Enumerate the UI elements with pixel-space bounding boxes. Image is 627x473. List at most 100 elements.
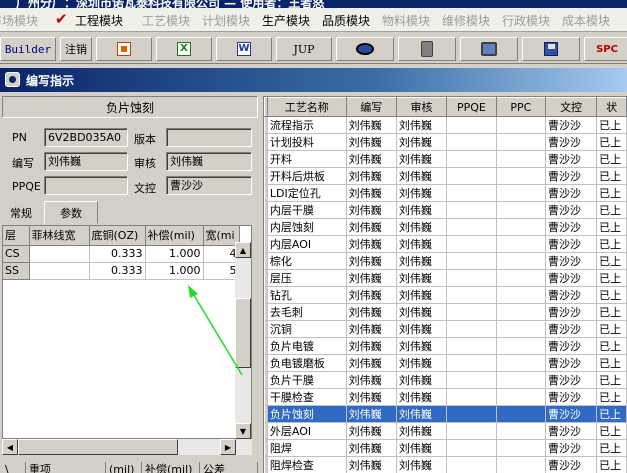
status-cell[interactable]: 已上	[596, 303, 627, 321]
process-name-cell[interactable]: 阻焊检查	[267, 456, 347, 473]
doc-control-field[interactable]: 曹沙沙	[166, 176, 252, 195]
doc-control-cell[interactable]: 曹沙沙	[545, 252, 598, 270]
ppc-cell[interactable]	[496, 218, 547, 236]
ppc-cell[interactable]	[496, 303, 547, 321]
reviewer-cell[interactable]: 刘伟巍	[396, 388, 448, 406]
status-cell[interactable]: 已上	[596, 422, 627, 440]
base-copper-cell[interactable]: 0.333	[89, 245, 146, 263]
ppc-cell[interactable]	[496, 286, 547, 304]
process-name-cell[interactable]: 开料后烘板	[267, 167, 347, 185]
column-header-process-name[interactable]: 工艺名称	[266, 97, 347, 117]
doc-control-cell[interactable]: 曹沙沙	[545, 167, 598, 185]
status-cell[interactable]: 已上	[596, 286, 627, 304]
process-name-cell[interactable]: 沉铜	[267, 320, 347, 338]
ppqe-cell[interactable]	[446, 303, 497, 321]
menu-planning-module[interactable]: 计划模块	[202, 12, 250, 29]
lower-column-header[interactable]: \	[2, 462, 26, 473]
column-header-status[interactable]: 状	[596, 97, 627, 117]
table-row[interactable]: 开料 刘伟巍 刘伟巍 曹沙沙 已上	[264, 150, 627, 168]
status-cell[interactable]: 已上	[596, 252, 627, 270]
tab-parameters[interactable]: 参数	[44, 201, 98, 224]
scroll-thumb-horizontal[interactable]	[18, 439, 178, 455]
ppqe-cell[interactable]	[446, 422, 497, 440]
process-name-cell[interactable]: 棕化	[267, 252, 347, 270]
table-row[interactable]: 开料后烘板 刘伟巍 刘伟巍 曹沙沙 已上	[264, 167, 627, 185]
status-cell[interactable]: 已上	[596, 218, 627, 236]
process-name-cell[interactable]: LDI定位孔	[267, 184, 347, 202]
table-row[interactable]: 计划投料 刘伟巍 刘伟巍 曹沙沙 已上	[264, 133, 627, 151]
ppc-cell[interactable]	[496, 252, 547, 270]
doc-control-cell[interactable]: 曹沙沙	[545, 337, 598, 355]
reviewer-cell[interactable]: 刘伟巍	[396, 184, 448, 202]
reviewer-cell[interactable]: 刘伟巍	[396, 354, 448, 372]
writer-cell[interactable]: 刘伟巍	[346, 337, 397, 355]
table-row[interactable]: 棕化 刘伟巍 刘伟巍 曹沙沙 已上	[264, 252, 627, 270]
doc-control-cell[interactable]: 曹沙沙	[545, 218, 598, 236]
menu-cost-module[interactable]: 成本模块	[562, 12, 610, 29]
writer-cell[interactable]: 刘伟巍	[346, 286, 397, 304]
ppqe-cell[interactable]	[446, 439, 497, 457]
status-cell[interactable]: 已上	[596, 405, 627, 423]
writer-cell[interactable]: 刘伟巍	[346, 184, 397, 202]
reviewer-cell[interactable]: 刘伟巍	[396, 405, 448, 423]
status-cell[interactable]: 已上	[596, 235, 627, 253]
status-cell[interactable]: 已上	[596, 167, 627, 185]
process-name-cell[interactable]: 流程指示	[267, 116, 347, 134]
reviewer-cell[interactable]: 刘伟巍	[396, 269, 448, 287]
writer-cell[interactable]: 刘伟巍	[346, 303, 397, 321]
ppc-cell[interactable]	[496, 337, 547, 355]
table-row[interactable]: 负电镀磨板 刘伟巍 刘伟巍 曹沙沙 已上	[264, 354, 627, 372]
version-field[interactable]	[166, 128, 252, 147]
scroll-down-icon[interactable]: ▼	[235, 423, 251, 439]
reviewer-cell[interactable]: 刘伟巍	[396, 201, 448, 219]
doc-control-cell[interactable]: 曹沙沙	[545, 286, 598, 304]
spc-button[interactable]: SPC	[584, 37, 627, 61]
ppc-cell[interactable]	[496, 150, 547, 168]
ppc-cell[interactable]	[496, 456, 547, 473]
reviewer-cell[interactable]: 刘伟巍	[396, 371, 448, 389]
ppc-cell[interactable]	[496, 422, 547, 440]
status-cell[interactable]: 已上	[596, 439, 627, 457]
writer-cell[interactable]: 刘伟巍	[346, 201, 397, 219]
writer-cell[interactable]: 刘伟巍	[346, 388, 397, 406]
column-header-ppqe[interactable]: PPQE	[446, 97, 497, 117]
lower-column-header[interactable]: 重项	[26, 462, 106, 473]
writer-cell[interactable]: 刘伟巍	[346, 235, 397, 253]
status-cell[interactable]: 已上	[596, 337, 627, 355]
doc-control-cell[interactable]: 曹沙沙	[545, 405, 598, 423]
logout-button[interactable]: 注销	[60, 37, 92, 61]
excel-button[interactable]: X	[156, 37, 212, 61]
reviewer-cell[interactable]: 刘伟巍	[396, 456, 448, 473]
menu-engineering-module[interactable]: 工程模块	[75, 12, 123, 29]
doc-control-cell[interactable]: 曹沙沙	[545, 235, 598, 253]
table-row[interactable]: LDI定位孔 刘伟巍 刘伟巍 曹沙沙 已上	[264, 184, 627, 202]
reviewer-cell[interactable]: 刘伟巍	[396, 167, 448, 185]
table-row[interactable]: 内层AOI 刘伟巍 刘伟巍 曹沙沙 已上	[264, 235, 627, 253]
layer-cell[interactable]: CS	[3, 245, 30, 263]
reviewer-cell[interactable]: 刘伟巍	[396, 252, 448, 270]
table-row[interactable]: SS 0.333 1.000 5	[3, 262, 240, 280]
database-button[interactable]	[398, 37, 456, 61]
reviewer-cell[interactable]: 刘伟巍	[396, 235, 448, 253]
process-name-cell[interactable]: 负片干膜	[267, 371, 347, 389]
ppqe-field[interactable]	[44, 176, 128, 195]
doc-control-cell[interactable]: 曹沙沙	[545, 184, 598, 202]
doc-control-cell[interactable]: 曹沙沙	[545, 201, 598, 219]
writer-cell[interactable]: 刘伟巍	[346, 422, 397, 440]
process-name-cell[interactable]: 钻孔	[267, 286, 347, 304]
ppc-cell[interactable]	[496, 201, 547, 219]
writer-cell[interactable]: 刘伟巍	[346, 218, 397, 236]
status-cell[interactable]: 已上	[596, 269, 627, 287]
status-cell[interactable]: 已上	[596, 184, 627, 202]
ppc-cell[interactable]	[496, 167, 547, 185]
builder-button[interactable]: Builder	[0, 37, 56, 61]
process-name-cell[interactable]: 内层干膜	[267, 201, 347, 219]
writer-field[interactable]: 刘伟巍	[44, 152, 128, 171]
process-name-cell[interactable]: 负电镀磨板	[267, 354, 347, 372]
table-row[interactable]: 内层干膜 刘伟巍 刘伟巍 曹沙沙 已上	[264, 201, 627, 219]
lower-column-header[interactable]: 公差	[200, 462, 258, 473]
status-cell[interactable]: 已上	[596, 456, 627, 473]
column-header-writer[interactable]: 编写	[345, 97, 397, 117]
reviewer-cell[interactable]: 刘伟巍	[396, 286, 448, 304]
horizontal-scrollbar[interactable]: ◀ ▶	[2, 439, 252, 455]
